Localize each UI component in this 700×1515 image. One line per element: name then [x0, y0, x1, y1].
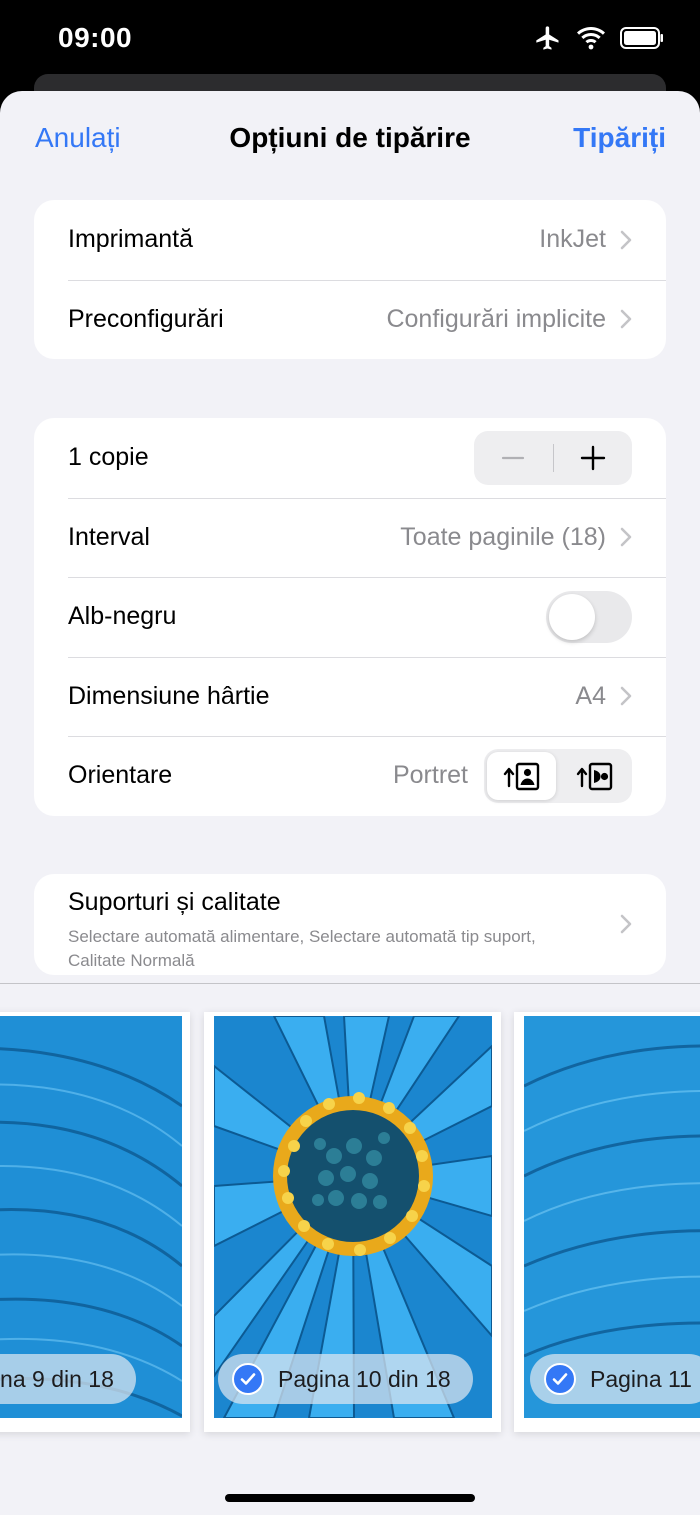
landscape-button[interactable] — [560, 752, 629, 800]
orientation-row: Orientare Portret — [34, 736, 666, 816]
presets-value: Configurări implicite — [386, 304, 606, 333]
page-thumbnail[interactable]: Pagina 11 — [514, 1012, 700, 1432]
media-quality-title: Suporturi și calitate — [68, 887, 281, 916]
paper-size-value: A4 — [575, 681, 606, 710]
page-label: Pagina 11 — [530, 1354, 700, 1404]
landscape-orientation-icon — [576, 762, 612, 790]
checkmark-icon — [544, 1363, 576, 1395]
printer-group: Imprimantă InkJet Preconfigurări Configu… — [34, 200, 666, 359]
chevron-right-icon — [620, 527, 632, 547]
minus-icon — [502, 456, 525, 459]
status-icons — [534, 24, 664, 52]
orientation-segmented-control — [484, 748, 632, 803]
chevron-right-icon — [620, 914, 632, 934]
copies-row: 1 copie — [34, 418, 666, 498]
page-thumbnail[interactable]: Pagina 9 din 18 — [0, 1012, 190, 1432]
checkmark-icon — [232, 1363, 264, 1395]
chevron-right-icon — [620, 686, 632, 706]
black-white-label: Alb-negru — [68, 602, 177, 631]
nav-bar: Opțiuni de tipărire Anulați Tipăriți — [0, 91, 700, 187]
cancel-button[interactable]: Anulați — [35, 122, 121, 154]
black-white-row: Alb-negru — [34, 577, 666, 657]
increment-button[interactable] — [554, 431, 633, 485]
black-white-toggle[interactable] — [546, 590, 632, 643]
status-bar: 09:00 — [0, 0, 700, 80]
paper-size-label: Dimensiune hârtie — [68, 681, 270, 710]
orientation-value: Portret — [392, 761, 468, 790]
printer-label: Imprimantă — [68, 225, 194, 254]
range-value: Toate paginile (18) — [400, 522, 606, 551]
range-label: Interval — [68, 522, 150, 551]
copies-label: 1 copie — [68, 443, 149, 472]
status-time: 09:00 — [58, 22, 133, 53]
wifi-icon — [577, 27, 605, 50]
print-options-sheet: Opțiuni de tipărire Anulați Tipăriți Imp… — [0, 91, 700, 1515]
toggle-knob — [549, 593, 595, 640]
chevron-right-icon — [620, 230, 632, 250]
home-indicator — [225, 1494, 475, 1502]
media-quality-group[interactable]: Suporturi și calitate Selectare automată… — [34, 874, 666, 975]
page-label-text: Pagina 11 — [590, 1365, 692, 1392]
presets-row[interactable]: Preconfigurări Configurări implicite — [34, 279, 666, 360]
media-quality-row[interactable]: Suporturi și calitate Selectare automată… — [34, 874, 666, 974]
page-label-text: Pagina 10 din 18 — [278, 1365, 451, 1392]
page-label: Pagina 9 din 18 — [0, 1354, 136, 1404]
page-label: Pagina 10 din 18 — [218, 1354, 473, 1404]
print-button[interactable]: Tipăriți — [573, 122, 666, 154]
chevron-right-icon — [620, 309, 632, 329]
battery-icon — [620, 27, 663, 49]
portrait-orientation-icon — [503, 762, 539, 790]
orientation-label: Orientare — [68, 761, 173, 790]
page-preview-carousel[interactable]: Pagina 9 din 18 — [0, 983, 700, 1515]
copies-stepper — [474, 430, 633, 485]
printer-value: InkJet — [539, 225, 606, 254]
media-quality-subtitle: Selectare automată alimentare, Selectare… — [68, 926, 536, 970]
airplane-icon — [536, 26, 559, 50]
decrement-button[interactable] — [474, 431, 553, 485]
paper-size-row[interactable]: Dimensiune hârtie A4 — [34, 656, 666, 737]
portrait-button[interactable] — [487, 751, 556, 800]
page-thumbnail-selected[interactable]: Pagina 10 din 18 — [204, 1012, 501, 1432]
printer-row[interactable]: Imprimantă InkJet — [34, 200, 666, 280]
options-group: 1 copie Interval Toate paginile (18) Alb… — [34, 418, 666, 816]
presets-label: Preconfigurări — [68, 304, 224, 333]
page-label-text: Pagina 9 din 18 — [0, 1365, 114, 1392]
range-row[interactable]: Interval Toate paginile (18) — [34, 497, 666, 578]
plus-icon — [580, 445, 605, 470]
